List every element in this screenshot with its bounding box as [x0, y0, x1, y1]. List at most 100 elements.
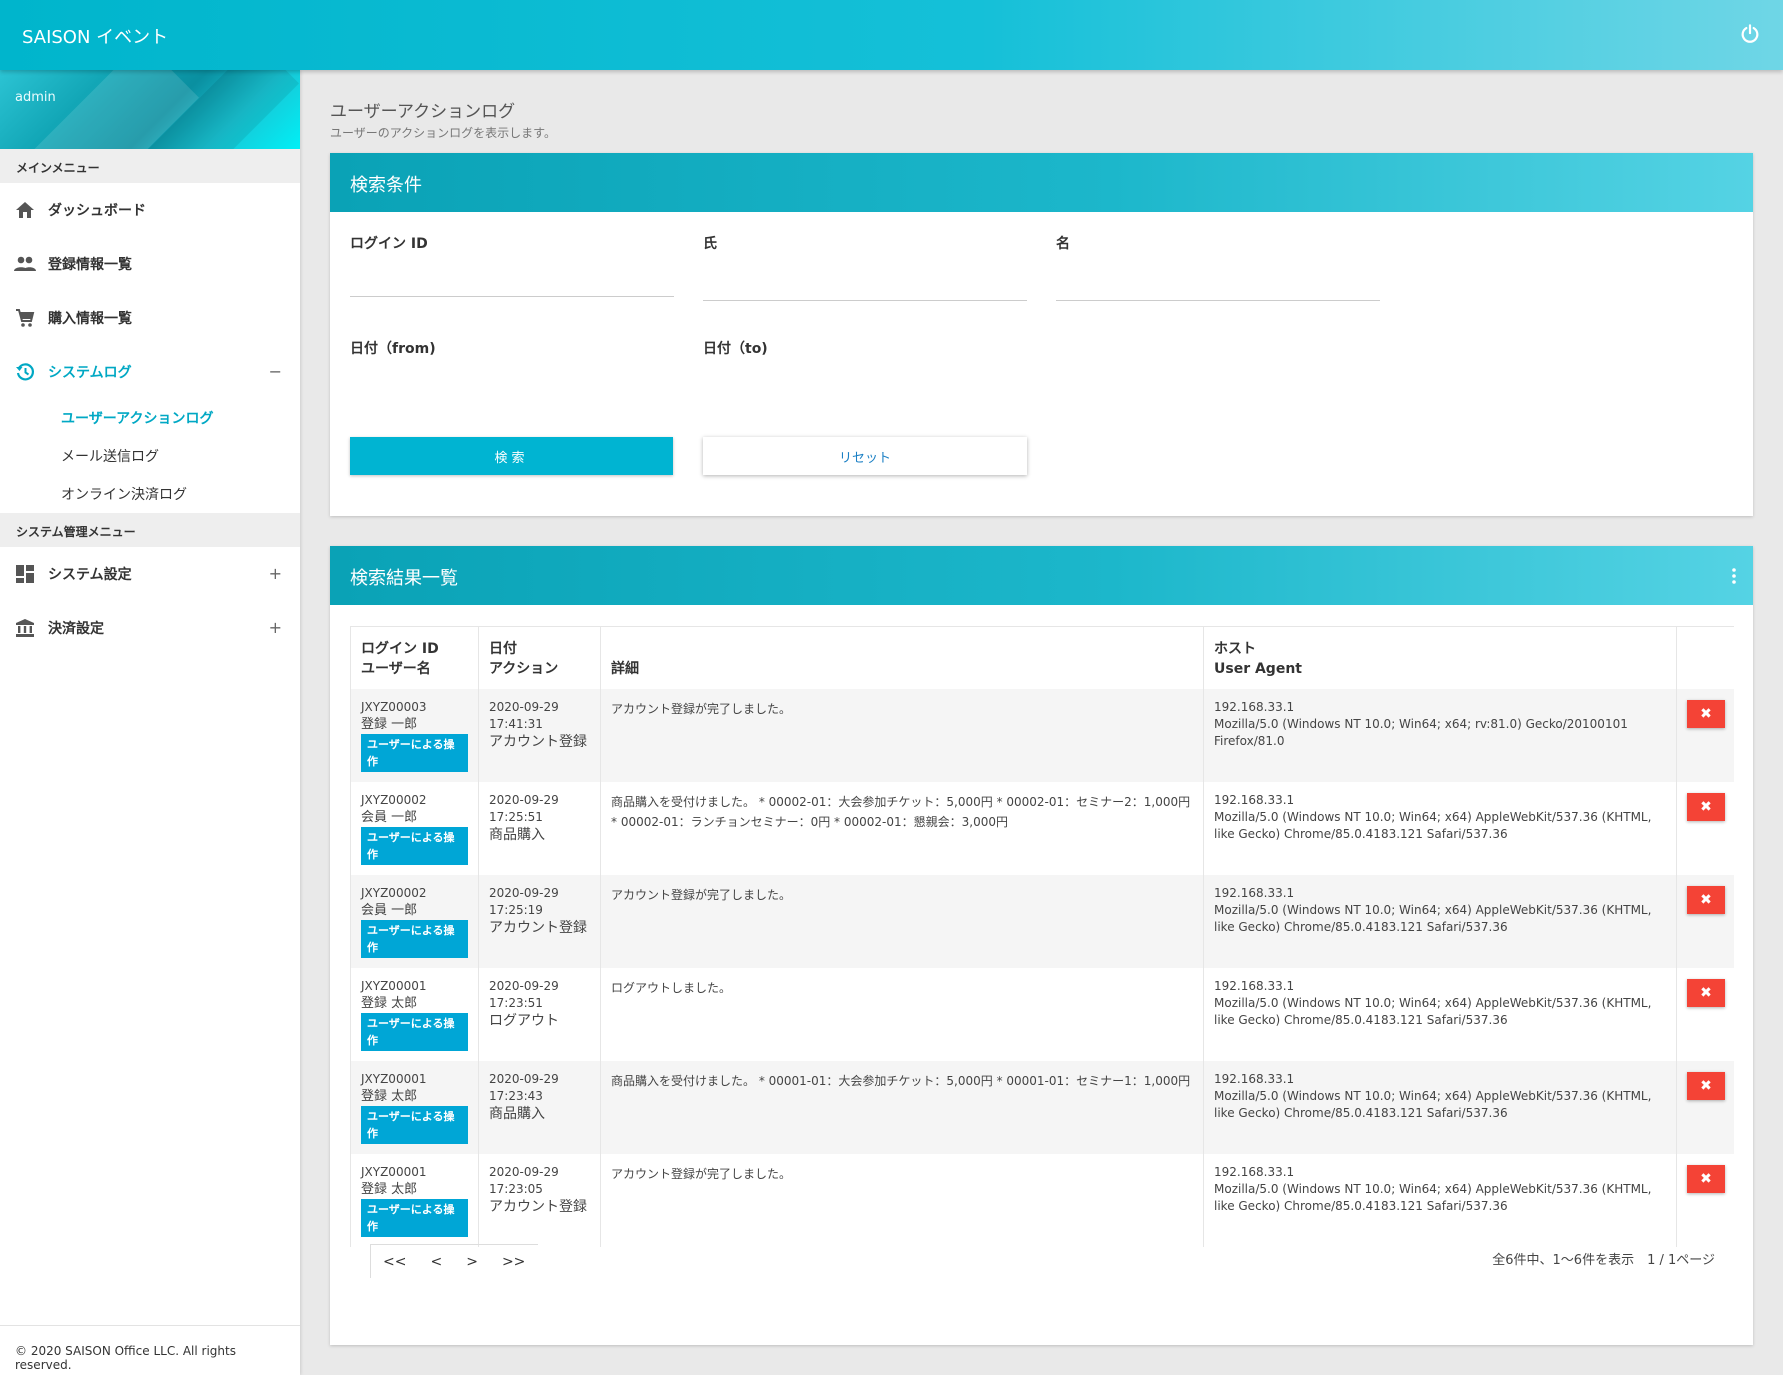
log-action: アカウント登録 [489, 919, 587, 936]
date-to-field-group: 日付（to) [703, 338, 1027, 402]
log-date: 2020-09-29 [489, 978, 559, 993]
results-card-header: 検索結果一覧 [330, 546, 1753, 605]
column-header-text: アクション [489, 660, 559, 677]
login-id-field-group: ログイン ID [350, 233, 674, 297]
column-header-text: ログイン ID [361, 640, 439, 657]
host-ip: 192.168.33.1 [1214, 699, 1295, 714]
bank-icon [14, 617, 36, 639]
cell-login: JXYZ00003 登録 一郎 ユーザーによる操作 [350, 688, 479, 782]
reset-button[interactable]: リセット [703, 437, 1027, 475]
cell-detail: アカウント登録が完了しました。 [600, 1153, 1204, 1247]
table-row: JXYZ00001 登録 太郎 ユーザーによる操作 2020-09-29 17:23:5… [350, 967, 1734, 1061]
host-ip: 192.168.33.1 [1214, 1071, 1295, 1086]
operation-badge: ユーザーによる操作 [361, 826, 468, 865]
log-time: 17:25:51 [489, 809, 543, 824]
date-from-label: 日付（from) [350, 341, 436, 357]
login-id: JXYZ00001 [361, 1071, 427, 1086]
collapse-icon[interactable]: − [269, 362, 282, 381]
table-row: JXYZ00001 登録 太郎 ユーザーによる操作 2020-09-29 17:23:0… [350, 1153, 1734, 1247]
column-header-login: ログイン ID ユーザー名 [350, 626, 479, 689]
user-agent: Mozilla/5.0 (Windows NT 10.0; Win64; x64… [1214, 902, 1652, 934]
first-name-input[interactable] [1056, 269, 1380, 301]
log-action: 商品購入 [489, 826, 545, 843]
sidebar-item-payment-settings[interactable]: 決済設定 + [0, 601, 300, 655]
host-ip: 192.168.33.1 [1214, 885, 1295, 900]
operation-badge: ユーザーによる操作 [361, 733, 468, 772]
results-table: ログイン ID ユーザー名 日付 アクション 詳細 ホスト User Agent… [350, 626, 1734, 1247]
delete-button[interactable]: ✖ [1687, 1164, 1725, 1193]
cell-actions: ✖ [1676, 1153, 1734, 1247]
user-name: admin [15, 90, 56, 105]
user-name: 登録 太郎 [361, 1181, 418, 1197]
cell-host: 192.168.33.1 Mozilla/5.0 (Windows NT 10.0… [1203, 781, 1677, 875]
delete-button[interactable]: ✖ [1687, 885, 1725, 914]
prev-page-button[interactable]: < [418, 1254, 454, 1270]
table-row: JXYZ00002 会員 一郎 ユーザーによる操作 2020-09-29 17:25:1… [350, 874, 1734, 968]
login-id-input[interactable] [350, 265, 674, 297]
cell-actions: ✖ [1676, 1060, 1734, 1154]
log-time: 17:25:19 [489, 902, 543, 917]
search-card-header: 検索条件 [330, 153, 1753, 212]
last-page-button[interactable]: >> [490, 1254, 537, 1270]
submenu-item-payment-log[interactable]: オンライン決済ログ [0, 475, 300, 513]
cell-login: JXYZ00002 会員 一郎 ユーザーによる操作 [350, 874, 479, 968]
sidebar-item-system-log[interactable]: システムログ − [0, 345, 300, 399]
cell-host: 192.168.33.1 Mozilla/5.0 (Windows NT 10.0… [1203, 688, 1677, 782]
user-agent: Mozilla/5.0 (Windows NT 10.0; Win64; x64… [1214, 995, 1652, 1027]
user-agent: Mozilla/5.0 (Windows NT 10.0; Win64; x64… [1214, 716, 1628, 748]
cell-date: 2020-09-29 17:41:31 アカウント登録 [478, 688, 601, 782]
submenu-item-user-action-log[interactable]: ユーザーアクションログ [0, 399, 300, 437]
expand-icon[interactable]: + [269, 618, 282, 637]
log-date: 2020-09-29 [489, 792, 559, 807]
column-header-detail: 詳細 [600, 626, 1204, 689]
submenu-item-mail-log[interactable]: メール送信ログ [0, 437, 300, 475]
sidebar-item-purchases[interactable]: 購入情報一覧 [0, 291, 300, 345]
delete-button[interactable]: ✖ [1687, 792, 1725, 821]
user-agent: Mozilla/5.0 (Windows NT 10.0; Win64; x64… [1214, 809, 1652, 841]
search-card: 検索条件 ログイン ID 氏 名 日付（from) 日付（to) 検索 リセット [330, 153, 1753, 516]
first-page-button[interactable]: << [371, 1254, 418, 1270]
top-bar: SAISON イベント [0, 0, 1783, 70]
next-page-button[interactable]: > [454, 1254, 490, 1270]
delete-button[interactable]: ✖ [1687, 699, 1725, 728]
sidebar-item-system-settings[interactable]: システム設定 + [0, 547, 300, 601]
date-from-input[interactable] [350, 370, 674, 402]
log-detail: アカウント登録が完了しました。 [611, 887, 792, 902]
sidebar-item-registrations[interactable]: 登録情報一覧 [0, 237, 300, 291]
cell-actions: ✖ [1676, 781, 1734, 875]
expand-icon[interactable]: + [269, 564, 282, 583]
log-detail: ログアウトしました。 [611, 980, 732, 995]
delete-button[interactable]: ✖ [1687, 1071, 1725, 1100]
log-date: 2020-09-29 [489, 699, 559, 714]
more-vert-icon[interactable] [1731, 566, 1737, 586]
operation-badge: ユーザーによる操作 [361, 919, 468, 958]
cart-icon [14, 307, 36, 329]
host-ip: 192.168.33.1 [1214, 978, 1295, 993]
login-id: JXYZ00001 [361, 978, 427, 993]
search-button[interactable]: 検索 [350, 437, 673, 475]
copyright: © 2020 SAISON Office LLC. All rights res… [0, 1325, 300, 1375]
first-name-label: 名 [1056, 236, 1070, 252]
operation-badge: ユーザーによる操作 [361, 1105, 468, 1144]
operation-badge: ユーザーによる操作 [361, 1012, 468, 1051]
last-name-label: 氏 [703, 236, 717, 252]
last-name-input[interactable] [703, 269, 1027, 301]
login-id: JXYZ00001 [361, 1164, 427, 1179]
cell-date: 2020-09-29 17:23:43 商品購入 [478, 1060, 601, 1154]
delete-button[interactable]: ✖ [1687, 978, 1725, 1007]
log-date: 2020-09-29 [489, 1071, 559, 1086]
table-row: JXYZ00003 登録 一郎 ユーザーによる操作 2020-09-29 17:41:3… [350, 688, 1734, 782]
cell-actions: ✖ [1676, 874, 1734, 968]
column-header-text: User Agent [1214, 660, 1302, 677]
cell-login: JXYZ00001 登録 太郎 ユーザーによる操作 [350, 967, 479, 1061]
cell-date: 2020-09-29 17:23:51 ログアウト [478, 967, 601, 1061]
power-icon[interactable] [1739, 23, 1761, 45]
column-header-text: 詳細 [611, 660, 639, 677]
sidebar-item-label: 決済設定 [48, 621, 104, 637]
sidebar-item-dashboard[interactable]: ダッシュボード [0, 183, 300, 237]
page-subtitle: ユーザーのアクションログを表示します。 [330, 126, 556, 140]
cell-host: 192.168.33.1 Mozilla/5.0 (Windows NT 10.0… [1203, 1153, 1677, 1247]
date-to-label: 日付（to) [703, 341, 768, 357]
main-menu-header: メインメニュー [0, 149, 300, 183]
date-to-input[interactable] [703, 370, 1027, 402]
